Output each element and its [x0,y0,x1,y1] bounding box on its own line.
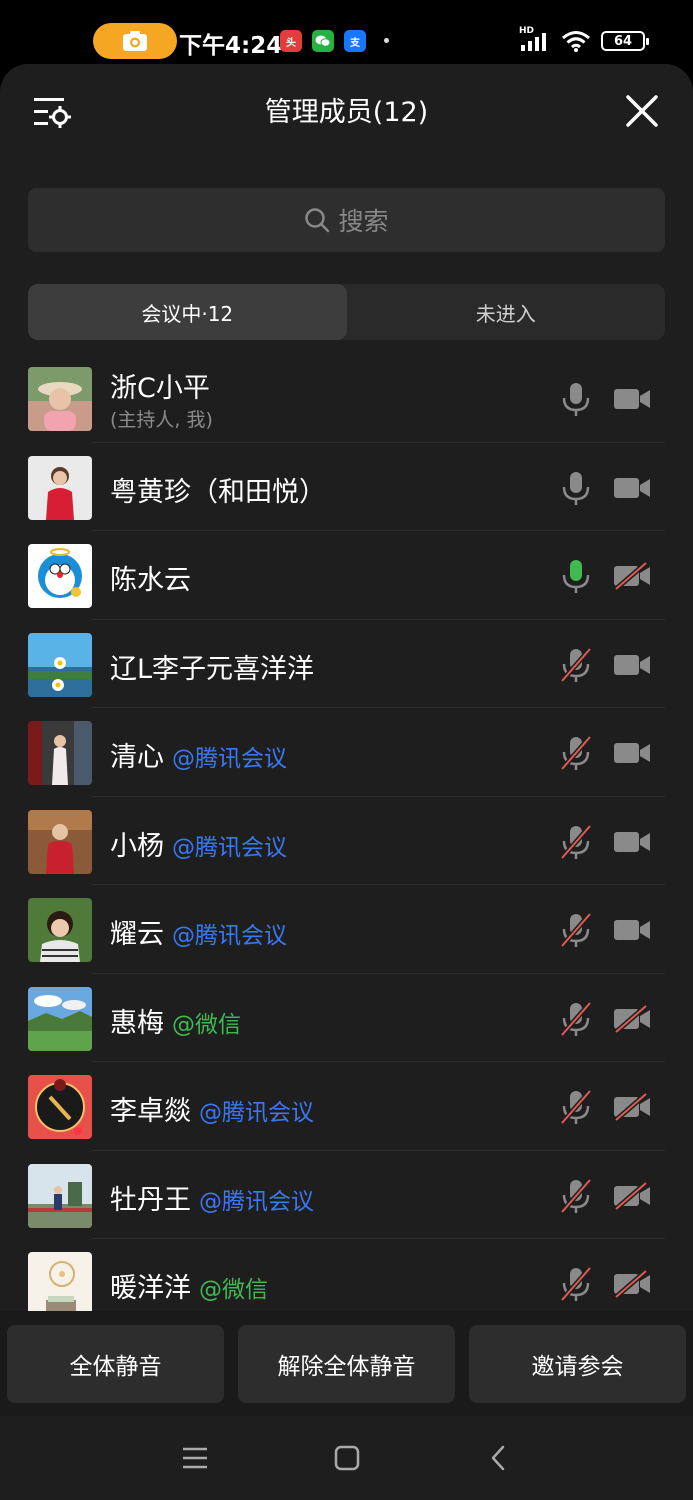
tab-not-joined[interactable]: 未进入 [347,284,666,340]
member-list[interactable]: 浙C小平 (主持人, 我) 粤黄珍（和田悦） 陈水云 辽L李子元喜洋洋 清心 @… [0,354,693,1311]
avatar [28,986,92,1051]
menu-icon[interactable] [181,1444,209,1472]
invite-button[interactable]: 邀请参会 [469,1325,686,1403]
home-icon[interactable] [333,1444,361,1472]
wifi-icon [562,31,590,52]
camera-off-icon[interactable] [612,1092,652,1122]
search-icon [305,208,330,233]
camera-icon[interactable] [612,827,652,857]
clock: 下午4:24 [179,33,283,59]
mic-muted-icon[interactable] [559,1000,593,1037]
member-name: 粤黄珍（和田悦） [110,476,326,508]
member-row[interactable]: 浙C小平 (主持人, 我) [0,354,693,443]
mic-active-icon[interactable] [559,558,593,594]
avatar [28,632,92,697]
battery-indicator: 64 [601,31,649,51]
member-name: 辽L李子元喜洋洋 [110,653,315,685]
mic-muted-icon[interactable] [559,1266,593,1302]
camera-off-icon[interactable] [612,1180,652,1211]
camera-icon[interactable] [612,384,652,414]
avatar [28,367,92,431]
mic-muted-icon[interactable] [559,1177,593,1214]
member-source: @腾讯会议 [199,1188,314,1215]
avatar [28,1163,92,1228]
camera-icon[interactable] [612,650,652,680]
status-bar: 下午4:24 头 支 HD 64 [0,0,693,64]
mic-muted-icon[interactable] [559,735,593,771]
member-tabs: 会议中·12 未进入 [28,284,665,340]
tab-in-meeting[interactable]: 会议中·12 [28,284,347,340]
member-name: 李卓燚 [110,1096,191,1127]
camera-icon[interactable] [612,473,652,503]
wechat-icon [312,30,334,52]
member-row[interactable]: 清心 @腾讯会议 [0,708,693,797]
member-name: 牡丹王 [110,1184,191,1216]
member-row[interactable]: 暖洋洋 @微信 [0,1239,693,1311]
member-row[interactable]: 牡丹王 @腾讯会议 [0,1151,693,1239]
battery-level: 64 [613,33,633,49]
signal-icon: HD [519,26,551,52]
sheet-title: 管理成员(12) [264,97,429,128]
avatar [28,898,92,962]
mic-muted-icon[interactable] [559,912,593,948]
member-row[interactable]: 陈水云 [0,531,693,620]
member-name: 耀云 [110,919,164,950]
notification-dot [384,38,389,43]
member-role: (主持人, 我) [110,409,213,431]
action-bar: 全体静音 解除全体静音 邀请参会 [0,1311,693,1416]
member-name: 陈水云 [110,565,191,596]
avatar [28,1252,92,1311]
unmute-all-button[interactable]: 解除全体静音 [238,1325,455,1403]
member-row[interactable]: 耀云 @腾讯会议 [0,885,693,974]
mic-muted-icon[interactable] [559,823,593,860]
sheet-header: 管理成员(12) [0,64,693,154]
camera-off-icon[interactable] [612,561,652,591]
search-input[interactable]: 搜索 [28,188,665,252]
back-icon[interactable] [485,1444,513,1472]
camera-icon[interactable] [612,915,652,945]
member-row[interactable]: 辽L李子元喜洋洋 [0,620,693,708]
close-icon[interactable] [625,94,659,128]
mic-muted-icon[interactable] [559,1089,593,1125]
member-row[interactable]: 小杨 @腾讯会议 [0,797,693,885]
member-source: @腾讯会议 [172,834,287,861]
member-source: @微信 [199,1277,268,1303]
member-name: 小杨 [110,830,164,862]
member-source: @微信 [172,1011,241,1038]
member-row[interactable]: 李卓燚 @腾讯会议 [0,1062,693,1151]
member-source: @腾讯会议 [172,923,287,949]
member-name: 浙C小平 [110,373,210,404]
member-row[interactable]: 惠梅 @微信 [0,974,693,1062]
search-placeholder: 搜索 [338,207,389,236]
toutiao-icon: 头 [280,30,302,52]
mic-icon[interactable] [559,381,593,417]
camera-off-icon[interactable] [612,1269,652,1299]
screen-record-indicator[interactable] [93,23,177,59]
camera-icon [123,31,147,51]
member-source: @腾讯会议 [199,1100,314,1126]
avatar [28,809,92,874]
avatar [28,1075,92,1139]
avatar [28,721,92,785]
mute-all-button[interactable]: 全体静音 [7,1325,224,1403]
mic-icon[interactable] [559,470,593,506]
mic-muted-icon[interactable] [559,646,593,683]
member-name: 清心 [110,742,164,773]
system-nav-bar [0,1416,693,1500]
member-row[interactable]: 粤黄珍（和田悦） [0,443,693,531]
avatar [28,455,92,520]
camera-icon[interactable] [612,738,652,768]
member-name: 暖洋洋 [110,1273,191,1304]
alipay-icon: 支 [344,30,366,52]
member-source: @腾讯会议 [172,746,287,772]
avatar [28,544,92,608]
member-name: 惠梅 [110,1007,164,1039]
camera-off-icon[interactable] [612,1003,652,1034]
manage-members-sheet: 管理成员(12) 搜索 会议中·12 未进入 浙C小平 (主持人, 我) 粤黄珍… [0,64,693,1500]
